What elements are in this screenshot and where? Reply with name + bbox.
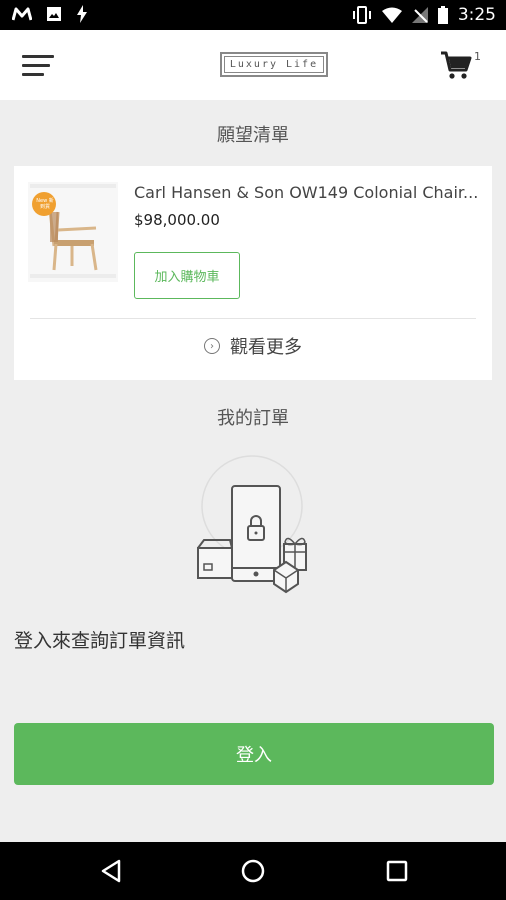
battery-icon [437,6,448,24]
locked-phone-illustration [190,452,320,597]
view-more-label: 觀看更多 [230,337,302,358]
image-icon [47,7,61,21]
chair-image [28,182,118,282]
back-button[interactable] [96,856,126,886]
cart-count-badge: 1 [474,50,481,63]
orders-title: 我的訂單 [217,408,289,429]
wishlist-card: New 新到貨 Carl Hansen & Son OW149 Colonial… [14,166,492,380]
logo-text: Luxury Life [224,56,324,73]
no-signal-icon [411,7,428,23]
flash-icon [77,5,87,23]
product-price: $98,000.00 [134,211,220,229]
hamburger-icon-line [22,64,50,67]
login-button[interactable]: 登入 [14,723,494,785]
app-header: Luxury Life 1 [0,30,506,100]
status-bar: 3:25 [0,0,506,30]
system-nav-bar [0,842,506,900]
add-to-cart-button[interactable]: 加入購物車 [134,252,240,299]
vibrate-icon [352,6,371,24]
home-circle-icon [241,859,265,883]
hamburger-icon-line-short [22,73,44,76]
home-button[interactable] [238,856,268,886]
card-divider [30,318,476,319]
new-arrival-badge: New 新到貨 [36,198,54,210]
wifi-icon [381,7,402,23]
menu-button[interactable] [22,52,58,80]
chevron-right-circle-icon: › [204,338,220,354]
recents-button[interactable] [382,856,412,886]
login-hint-text: 登入來查詢訂單資訊 [14,630,186,652]
view-more-link[interactable]: › 觀看更多 [14,330,492,362]
clock: 3:25 [457,5,496,25]
wishlist-title: 願望清單 [217,125,289,146]
product-name[interactable]: Carl Hansen & Son OW149 Colonial Chair..… [134,183,479,202]
back-triangle-icon [101,859,121,883]
brand-logo[interactable]: Luxury Life [220,52,328,77]
cart-icon [441,51,472,79]
recents-square-icon [386,860,408,882]
hamburger-icon [22,55,54,58]
product-image[interactable]: New 新到貨 [28,182,118,282]
m-app-icon [12,7,32,21]
